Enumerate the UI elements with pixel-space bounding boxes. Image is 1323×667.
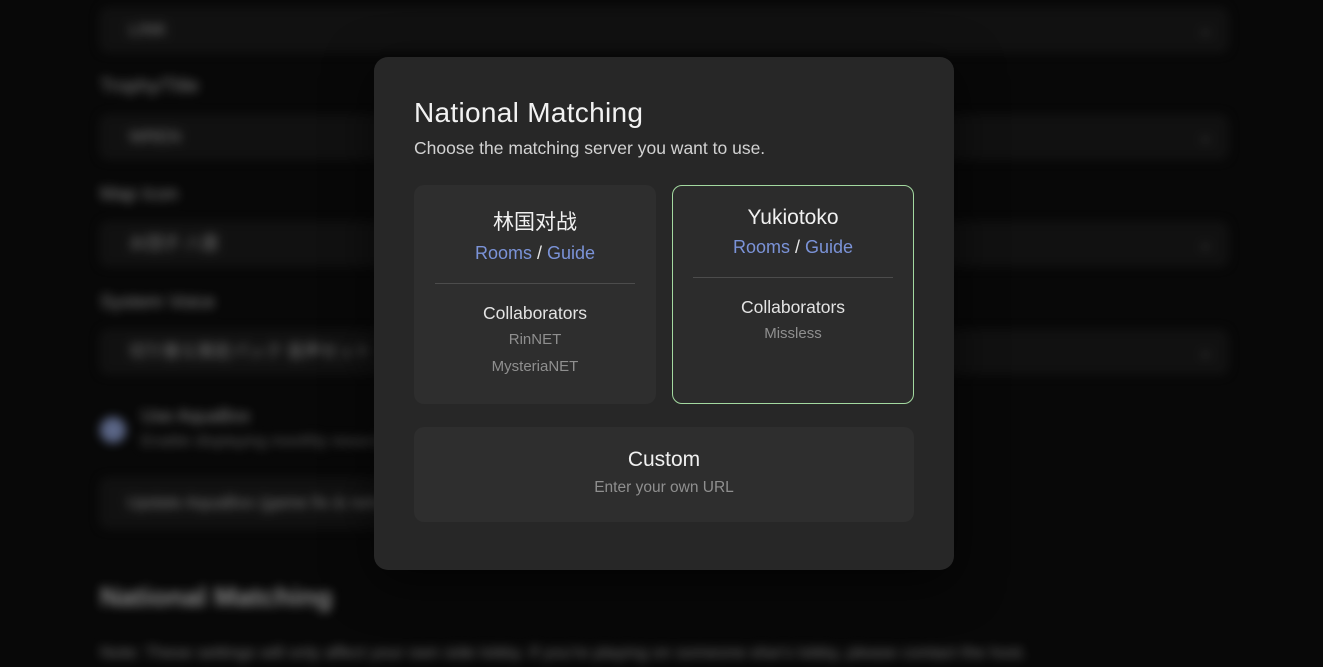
card-divider [693,277,893,278]
custom-card-title: Custom [414,448,914,472]
collaborator-name: MysteriaNET [415,356,655,378]
rooms-link[interactable]: Rooms [475,243,532,263]
collaborators-heading: Collaborators [673,297,913,318]
server-links: Rooms / Guide [673,237,913,258]
modal-title: National Matching [414,97,914,129]
custom-card-subtitle: Enter your own URL [414,479,914,497]
modal-subtitle: Choose the matching server you want to u… [414,138,914,159]
national-matching-modal: National Matching Choose the matching se… [374,57,954,570]
page: LINK ⌄ Trophy/Title WREN ⌄ Map Icon お団子 … [0,0,1323,667]
server-links: Rooms / Guide [415,243,655,264]
collaborator-name: Missless [673,323,913,345]
guide-link[interactable]: Guide [805,237,853,257]
custom-server-card[interactable]: Custom Enter your own URL [414,427,914,522]
server-card-linguo[interactable]: 林国对战 Rooms / Guide Collaborators RinNET … [414,185,656,404]
server-card-yukiotoko[interactable]: Yukiotoko Rooms / Guide Collaborators Mi… [672,185,914,404]
server-name: Yukiotoko [673,206,913,230]
collaborators-heading: Collaborators [415,303,655,324]
link-separator: / [790,237,805,257]
rooms-link[interactable]: Rooms [733,237,790,257]
card-divider [435,283,635,284]
collaborator-name: RinNET [415,329,655,351]
server-name: 林国对战 [415,206,655,236]
server-card-row: 林国对战 Rooms / Guide Collaborators RinNET … [414,185,914,404]
link-separator: / [532,243,547,263]
guide-link[interactable]: Guide [547,243,595,263]
